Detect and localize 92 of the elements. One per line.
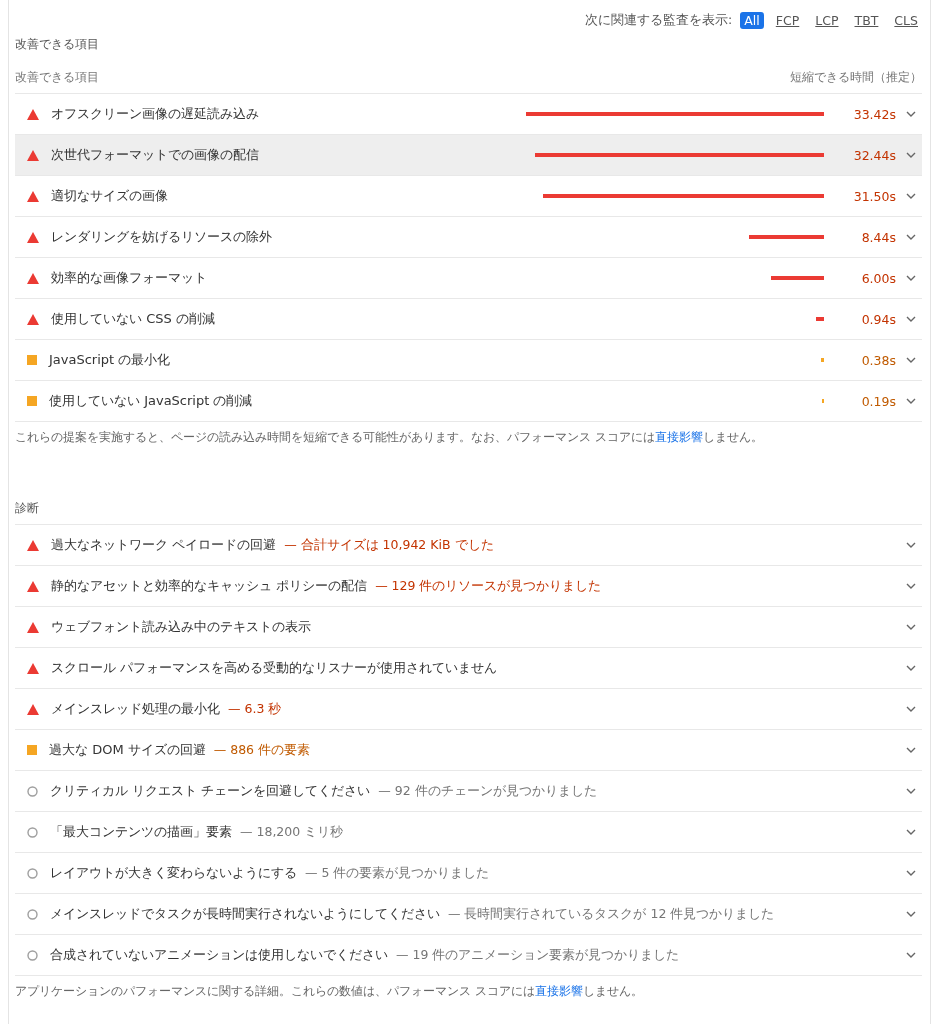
filter-chip[interactable]: All — [740, 12, 764, 29]
chevron-down-icon[interactable] — [906, 275, 916, 281]
circle-icon — [27, 867, 38, 879]
audit-title: メインスレッドでタスクが長時間実行されないようにしてください — [50, 905, 440, 923]
savings-value: 0.38s — [860, 352, 896, 368]
square-icon — [27, 745, 37, 755]
audit-title: 合成されていないアニメーションは使用しないでください — [50, 946, 388, 964]
audit-title: 使用していない JavaScript の削減 — [49, 392, 253, 410]
note-text: これらの提案を実施すると、ページの読み込み時間を短縮できる可能性があります。なお、パフォーマンス スコアには直接影響しません。 — [15, 429, 764, 445]
audit-title: 「最大コンテンツの描画」要素 — [50, 823, 232, 841]
chevron-down-icon[interactable] — [906, 788, 916, 794]
savings-value: 33.42s — [852, 106, 896, 122]
square-icon — [27, 396, 37, 406]
audit-title: JavaScript の最小化 — [49, 351, 171, 369]
audit-title: ウェブフォント読み込み中のテキストの表示 — [51, 618, 311, 636]
audit-title: 過大な DOM サイズの回避 — [49, 741, 206, 759]
chevron-down-icon[interactable] — [906, 952, 916, 958]
savings-value: 8.44s — [860, 229, 896, 245]
filter-chip[interactable]: TBT — [850, 12, 883, 29]
audit-detail: — 129 件のリソースが見つかりました — [375, 577, 602, 595]
audit-title: メインスレッド処理の最小化 — [51, 700, 220, 718]
filter-label: 次に関連する監査を表示: — [585, 12, 733, 29]
audit-title: レンダリングを妨げるリソースの除外 — [51, 228, 272, 246]
audit-title: 過大なネットワーク ペイロードの回避 — [51, 536, 277, 554]
chevron-down-icon[interactable] — [906, 829, 916, 835]
circle-icon — [27, 826, 38, 838]
chevron-down-icon[interactable] — [906, 234, 916, 240]
column-header: 改善できる項目 — [15, 70, 99, 85]
savings-bar — [770, 276, 824, 280]
chevron-down-icon[interactable] — [906, 870, 916, 876]
section-title: 診断 — [15, 500, 40, 516]
savings-bar — [815, 317, 824, 321]
audit-title: 適切なサイズの画像 — [51, 187, 168, 205]
audit-detail: — 19 件のアニメーション要素が見つかりました — [396, 946, 680, 964]
chevron-down-icon[interactable] — [906, 152, 916, 158]
section-title: 改善できる項目 — [15, 36, 100, 52]
warning-triangle-icon — [27, 272, 39, 284]
audit-title: 次世代フォーマットでの画像の配信 — [51, 146, 259, 164]
circle-icon — [27, 908, 38, 920]
chevron-down-icon[interactable] — [906, 357, 916, 363]
savings-value: 0.94s — [860, 311, 896, 327]
savings-value: 6.00s — [860, 270, 896, 286]
audit-detail: — 6.3 秒 — [228, 700, 282, 718]
audit-title: レイアウトが大きく変わらないようにする — [50, 864, 297, 882]
chevron-down-icon[interactable] — [906, 911, 916, 917]
warning-triangle-icon — [27, 621, 39, 633]
chevron-down-icon[interactable] — [906, 193, 916, 199]
audit-title: 静的なアセットと効率的なキャッシュ ポリシーの配信 — [51, 577, 368, 595]
chevron-down-icon[interactable] — [906, 542, 916, 548]
audit-detail: — 18,200 ミリ秒 — [240, 823, 344, 841]
filter-chip[interactable]: CLS — [890, 12, 922, 29]
audit-detail: — 5 件の要素が見つかりました — [305, 864, 490, 882]
savings-value: 0.19s — [860, 393, 896, 409]
warning-triangle-icon — [27, 580, 39, 592]
warning-triangle-icon — [27, 190, 39, 202]
warning-triangle-icon — [27, 231, 39, 243]
warning-triangle-icon — [27, 662, 39, 674]
circle-icon — [27, 785, 38, 797]
audit-title: クリティカル リクエスト チェーンを回避してください — [50, 782, 371, 800]
audit-detail: — 92 件のチェーンが見つかりました — [378, 782, 597, 800]
column-header: 短縮できる時間（推定） — [790, 70, 922, 85]
audit-title: 効率的な画像フォーマット — [51, 269, 207, 287]
audit-row[interactable]: 次世代フォーマットでの画像の配信 32.44s — [15, 135, 922, 176]
warning-triangle-icon — [27, 149, 39, 161]
chevron-down-icon[interactable] — [906, 583, 916, 589]
warning-triangle-icon — [27, 539, 39, 551]
chevron-down-icon[interactable] — [906, 747, 916, 753]
savings-value: 32.44s — [852, 147, 896, 163]
filter-chip[interactable]: LCP — [811, 12, 843, 29]
circle-icon — [27, 949, 38, 961]
savings-bar — [820, 358, 824, 362]
warning-triangle-icon — [27, 703, 39, 715]
audit-title: 使用していない CSS の削減 — [51, 310, 215, 328]
audit-title: スクロール パフォーマンスを高める受動的なリスナーが使用されていません — [51, 659, 498, 677]
audit-detail: — 合計サイズは 10,942 KiB でした — [284, 536, 494, 554]
chevron-down-icon[interactable] — [906, 316, 916, 322]
direct-impact-link[interactable]: 直接影響 — [534, 984, 583, 998]
direct-impact-link[interactable]: 直接影響 — [654, 430, 703, 444]
savings-value: 31.50s — [852, 188, 896, 204]
audit-detail: — 886 件の要素 — [213, 741, 311, 759]
square-icon — [27, 355, 37, 365]
audit-title: オフスクリーン画像の遅延読み込み — [51, 105, 259, 123]
chevron-down-icon[interactable] — [906, 624, 916, 630]
warning-triangle-icon — [27, 313, 39, 325]
chevron-down-icon[interactable] — [906, 398, 916, 404]
chevron-down-icon[interactable] — [906, 665, 916, 671]
chevron-down-icon[interactable] — [906, 706, 916, 712]
filter-chip[interactable]: FCP — [771, 12, 804, 29]
warning-triangle-icon — [27, 108, 39, 120]
chevron-down-icon[interactable] — [906, 111, 916, 117]
audit-detail: — 長時間実行されているタスクが 12 件見つかりました — [448, 905, 775, 923]
note-text: アプリケーションのパフォーマンスに関する詳細。これらの数値は、パフォーマンス スコアには直接影響しません。 — [15, 983, 644, 999]
